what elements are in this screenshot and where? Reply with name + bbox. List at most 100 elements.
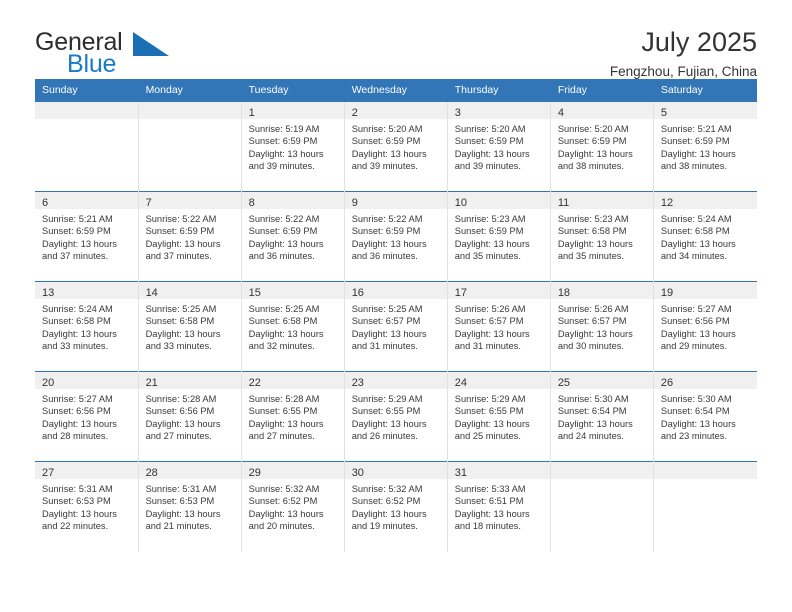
daylight-text-line1: Daylight: 13 hours [248, 508, 324, 519]
sunset-text: Sunset: 6:55 PM [454, 406, 524, 417]
calendar-day-cell[interactable]: 1 Sunrise: 5:19 AM Sunset: 6:59 PM Daylight… [241, 101, 345, 192]
daylight-text-line2: and 30 minutes. [557, 341, 624, 352]
day-number-band: 5 [653, 102, 757, 119]
day-sun-info: Sunrise: 5:25 AM Sunset: 6:58 PM Daylight:… [139, 299, 241, 353]
calendar-day-cell[interactable]: 10 Sunrise: 5:23 AM Sunset: 6:59 PM Dayligh… [447, 191, 551, 282]
sunrise-text: Sunrise: 5:28 AM [145, 394, 217, 404]
sunset-text: Sunset: 6:57 PM [557, 316, 627, 327]
day-sun-info: Sunrise: 5:26 AM Sunset: 6:57 PM Daylight:… [551, 299, 653, 353]
daylight-text-line2: and 39 minutes. [351, 161, 418, 172]
calendar-week-row: 1 Sunrise: 5:19 AM Sunset: 6:59 PM Daylight… [35, 101, 757, 192]
day-number: 22 [248, 377, 261, 389]
day-number-band [138, 102, 241, 119]
calendar-day-cell[interactable]: 25 Sunrise: 5:30 AM Sunset: 6:54 PM Dayligh… [550, 371, 654, 462]
day-number: 27 [42, 467, 55, 479]
day-number: 17 [454, 287, 467, 299]
sunset-text: Sunset: 6:58 PM [42, 316, 111, 327]
calendar-page: General Blue July 2025 Fengzhou, Fujian,… [0, 0, 792, 612]
calendar-day-cell[interactable]: 27 Sunrise: 5:31 AM Sunset: 6:53 PM Dayligh… [35, 461, 139, 552]
calendar-day-cell[interactable]: 12 Sunrise: 5:24 AM Sunset: 6:58 PM Dayligh… [653, 191, 757, 282]
calendar-day-cell[interactable]: 13 Sunrise: 5:24 AM Sunset: 6:58 PM Dayligh… [35, 281, 139, 372]
day-sun-info: Sunrise: 5:29 AM Sunset: 6:55 PM Daylight:… [448, 389, 550, 443]
daylight-text-line2: and 21 minutes. [145, 521, 212, 532]
calendar-day-cell[interactable]: 6 Sunrise: 5:21 AM Sunset: 6:59 PM Daylight… [35, 191, 139, 282]
sunset-text: Sunset: 6:54 PM [557, 406, 627, 417]
day-number: 4 [557, 107, 564, 119]
daylight-text-line1: Daylight: 13 hours [145, 508, 221, 519]
sunrise-text: Sunrise: 5:31 AM [145, 484, 217, 494]
daylight-text-line1: Daylight: 13 hours [557, 238, 633, 249]
day-number-band: 29 [241, 462, 344, 479]
day-number-band: 19 [653, 282, 757, 299]
daylight-text-line2: and 35 minutes. [454, 251, 521, 262]
calendar-day-cell[interactable]: 7 Sunrise: 5:22 AM Sunset: 6:59 PM Daylight… [138, 191, 242, 282]
sunset-text: Sunset: 6:54 PM [660, 406, 730, 417]
calendar-day-cell[interactable]: 22 Sunrise: 5:28 AM Sunset: 6:55 PM Dayligh… [241, 371, 345, 462]
brand-logo[interactable]: General Blue [35, 28, 169, 80]
daylight-text-line1: Daylight: 13 hours [42, 508, 117, 519]
calendar-day-cell[interactable]: 30 Sunrise: 5:32 AM Sunset: 6:52 PM Dayligh… [344, 461, 448, 552]
calendar-day-cell[interactable]: 28 Sunrise: 5:31 AM Sunset: 6:53 PM Dayligh… [138, 461, 242, 552]
daylight-text-line2: and 22 minutes. [42, 521, 109, 532]
day-number-band: 31 [447, 462, 550, 479]
calendar-day-cell[interactable]: 3 Sunrise: 5:20 AM Sunset: 6:59 PM Daylight… [447, 101, 551, 192]
calendar-day-cell[interactable]: 8 Sunrise: 5:22 AM Sunset: 6:59 PM Daylight… [241, 191, 345, 282]
calendar-day-cell[interactable]: 14 Sunrise: 5:25 AM Sunset: 6:58 PM Dayligh… [138, 281, 242, 372]
day-number-band: 6 [35, 192, 138, 209]
sunset-text: Sunset: 6:56 PM [660, 316, 730, 327]
calendar-day-cell[interactable]: 9 Sunrise: 5:22 AM Sunset: 6:59 PM Daylight… [344, 191, 448, 282]
day-number: 12 [660, 197, 674, 209]
sunset-text: Sunset: 6:59 PM [557, 136, 627, 147]
calendar-day-cell[interactable]: 23 Sunrise: 5:29 AM Sunset: 6:55 PM Dayligh… [344, 371, 448, 462]
calendar-day-cell[interactable]: 19 Sunrise: 5:27 AM Sunset: 6:56 PM Dayligh… [653, 281, 757, 372]
day-sun-info: Sunrise: 5:24 AM Sunset: 6:58 PM Daylight:… [654, 209, 757, 263]
day-number-band: 3 [447, 102, 550, 119]
daylight-text-line1: Daylight: 13 hours [454, 238, 530, 249]
day-number: 5 [660, 107, 667, 119]
calendar-day-cell[interactable]: 31 Sunrise: 5:33 AM Sunset: 6:51 PM Dayligh… [447, 461, 551, 552]
calendar-day-cell[interactable]: 2 Sunrise: 5:20 AM Sunset: 6:59 PM Daylight… [344, 101, 448, 192]
calendar-day-cell[interactable]: 5 Sunrise: 5:21 AM Sunset: 6:59 PM Daylight… [653, 101, 757, 192]
daylight-text-line1: Daylight: 13 hours [248, 238, 324, 249]
calendar-day-cell[interactable]: 4 Sunrise: 5:20 AM Sunset: 6:59 PM Daylight… [550, 101, 654, 192]
calendar-day-cell[interactable]: 24 Sunrise: 5:29 AM Sunset: 6:55 PM Dayligh… [447, 371, 551, 462]
day-number: 19 [660, 287, 674, 299]
day-sun-info: Sunrise: 5:22 AM Sunset: 6:59 PM Daylight:… [139, 209, 241, 263]
calendar-week-row: 6 Sunrise: 5:21 AM Sunset: 6:59 PM Daylight… [35, 191, 757, 282]
calendar-day-cell[interactable]: 20 Sunrise: 5:27 AM Sunset: 6:56 PM Dayligh… [35, 371, 139, 462]
sunset-text: Sunset: 6:53 PM [145, 496, 215, 507]
calendar-day-cell[interactable]: 29 Sunrise: 5:32 AM Sunset: 6:52 PM Dayligh… [241, 461, 345, 552]
day-sun-info: Sunrise: 5:23 AM Sunset: 6:59 PM Daylight:… [448, 209, 550, 263]
day-number: 10 [454, 197, 467, 209]
sunrise-text: Sunrise: 5:21 AM [42, 214, 113, 224]
day-sun-info: Sunrise: 5:19 AM Sunset: 6:59 PM Daylight:… [242, 119, 344, 173]
calendar-day-cell[interactable]: 26 Sunrise: 5:30 AM Sunset: 6:54 PM Dayligh… [653, 371, 757, 462]
sunrise-text: Sunrise: 5:20 AM [454, 124, 526, 134]
sunrise-text: Sunrise: 5:30 AM [660, 394, 732, 404]
brand-name-bottom: Blue [67, 50, 117, 78]
daylight-text-line1: Daylight: 13 hours [660, 328, 736, 339]
sunset-text: Sunset: 6:59 PM [248, 226, 318, 237]
daylight-text-line1: Daylight: 13 hours [351, 238, 427, 249]
calendar-day-cell[interactable]: 16 Sunrise: 5:25 AM Sunset: 6:57 PM Dayligh… [344, 281, 448, 372]
day-sun-info: Sunrise: 5:21 AM Sunset: 6:59 PM Daylight:… [654, 119, 757, 173]
calendar-day-cell[interactable]: 17 Sunrise: 5:26 AM Sunset: 6:57 PM Dayligh… [447, 281, 551, 372]
daylight-text-line2: and 36 minutes. [351, 251, 418, 262]
calendar-day-cell[interactable]: 15 Sunrise: 5:25 AM Sunset: 6:58 PM Dayligh… [241, 281, 345, 372]
calendar-day-cell[interactable]: 18 Sunrise: 5:26 AM Sunset: 6:57 PM Dayligh… [550, 281, 654, 372]
daylight-text-line1: Daylight: 13 hours [557, 328, 633, 339]
sunset-text: Sunset: 6:58 PM [557, 226, 627, 237]
calendar-week-row: 20 Sunrise: 5:27 AM Sunset: 6:56 PM Dayligh… [35, 371, 757, 462]
sunset-text: Sunset: 6:56 PM [145, 406, 215, 417]
sunrise-text: Sunrise: 5:31 AM [42, 484, 113, 494]
calendar-day-cell[interactable]: 21 Sunrise: 5:28 AM Sunset: 6:56 PM Dayligh… [138, 371, 242, 462]
daylight-text-line2: and 36 minutes. [248, 251, 315, 262]
sunrise-text: Sunrise: 5:32 AM [351, 484, 423, 494]
calendar-day-cell[interactable]: 11 Sunrise: 5:23 AM Sunset: 6:58 PM Dayligh… [550, 191, 654, 282]
daylight-text-line2: and 29 minutes. [660, 341, 728, 352]
daylight-text-line2: and 39 minutes. [248, 161, 315, 172]
day-number-band [653, 462, 757, 479]
daylight-text-line2: and 23 minutes. [660, 431, 728, 442]
sunrise-text: Sunrise: 5:29 AM [351, 394, 423, 404]
day-number: 14 [145, 287, 158, 299]
